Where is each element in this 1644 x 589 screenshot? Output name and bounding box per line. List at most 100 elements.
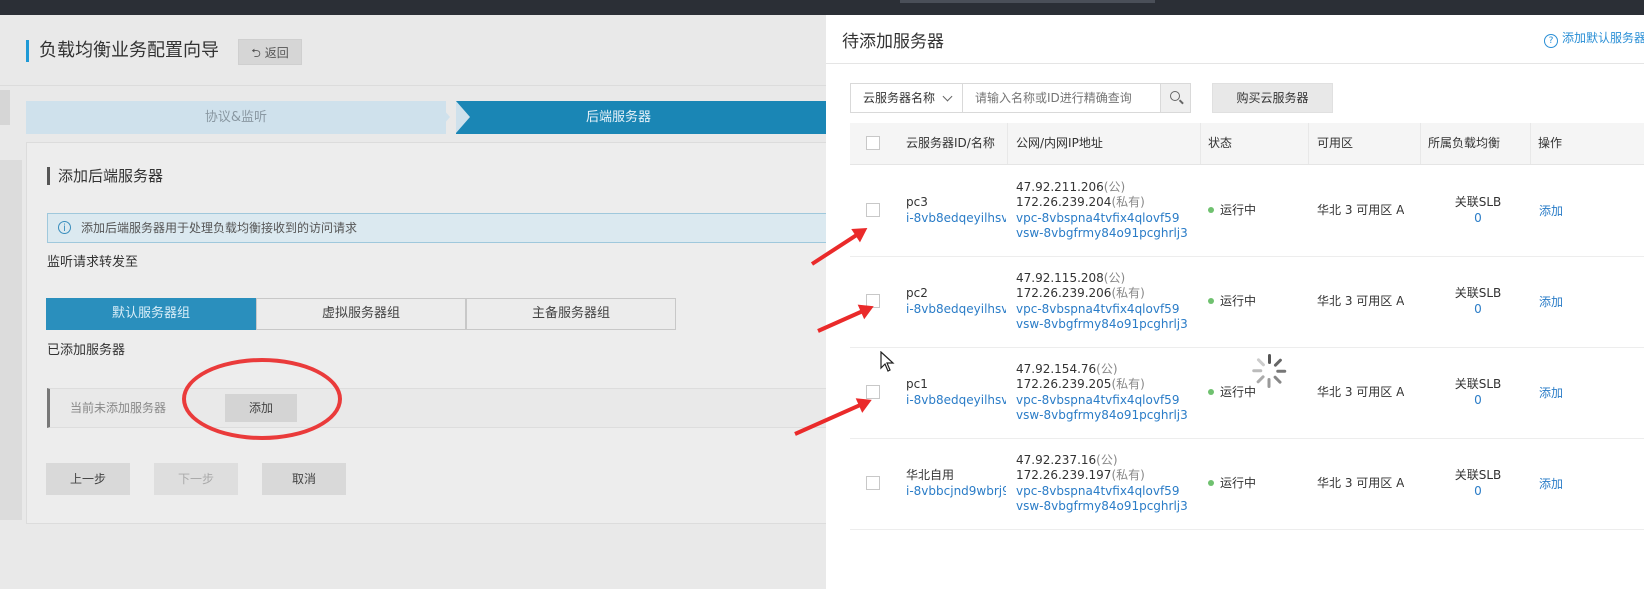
public-ip: 47.92.154.76(公) bbox=[1016, 362, 1118, 378]
vpc-link[interactable]: vpc-8vbspna4tvfix4qlovf59 bbox=[1016, 393, 1179, 409]
private-ip-value: 172.26.239.197 bbox=[1016, 468, 1112, 482]
top-bar-segment bbox=[900, 0, 1155, 3]
vsw-link[interactable]: vsw-8vbgfrmy84o91pcghrlj3 bbox=[1016, 408, 1188, 424]
select-all-checkbox[interactable] bbox=[866, 136, 880, 150]
server-id-link[interactable]: i-8vb8edqeyilhsvn bbox=[906, 211, 1006, 227]
prev-button[interactable]: 上一步 bbox=[46, 463, 130, 495]
private-ip: 172.26.239.205(私有) bbox=[1016, 377, 1145, 393]
table-row: pc3 i-8vb8edqeyilhsvn 47.92.211.206(公) 1… bbox=[850, 165, 1644, 257]
public-tag: (公) bbox=[1096, 362, 1118, 376]
private-ip-value: 172.26.239.205 bbox=[1016, 377, 1112, 391]
step-protocol[interactable]: 协议&监听 bbox=[26, 101, 446, 134]
left-strip-lower bbox=[0, 160, 22, 520]
added-servers-row: 当前未添加服务器 添加 bbox=[47, 388, 837, 428]
public-tag: (公) bbox=[1103, 180, 1126, 194]
private-tag: (私有) bbox=[1111, 286, 1145, 300]
step-backend-label: 后端服务器 bbox=[586, 110, 652, 125]
col-separator bbox=[1200, 123, 1201, 164]
row-checkbox[interactable] bbox=[866, 476, 880, 490]
add-default-server-label: 添加默认服务器 bbox=[1562, 31, 1644, 45]
backend-card: 添加后端服务器 i 添加后端服务器用于处理负载均衡接收到的访问请求 监听请求转发… bbox=[26, 142, 838, 524]
table-row: pc2 i-8vb8edqeyilhsvn 47.92.115.208(公) 1… bbox=[850, 256, 1644, 348]
status-text: 运行中 bbox=[1220, 203, 1257, 217]
step-protocol-label: 协议&监听 bbox=[204, 110, 268, 125]
next-button[interactable]: 下一步 bbox=[154, 463, 238, 495]
top-bar bbox=[0, 0, 1644, 15]
search-field-value: 云服务器名称 bbox=[863, 91, 936, 105]
add-row-link[interactable]: 添加 bbox=[1539, 477, 1563, 493]
page-title: 负载均衡业务配置向导 bbox=[26, 40, 219, 62]
vsw-link[interactable]: vsw-8vbgfrmy84o91pcghrlj3 bbox=[1016, 226, 1188, 242]
server-name: pc1 bbox=[906, 377, 928, 391]
add-server-drawer: 待添加服务器 ? 添加默认服务器 云服务器名称 购买云服务器 云服务器ID/名称 … bbox=[826, 15, 1644, 589]
private-tag: (私有) bbox=[1111, 468, 1145, 482]
col-ip: 公网/内网IP地址 bbox=[1016, 136, 1103, 150]
zone: 华北 3 可用区 A bbox=[1317, 476, 1405, 490]
col-separator bbox=[1007, 123, 1008, 164]
slb-label: 关联SLB bbox=[1454, 286, 1502, 300]
private-ip-value: 172.26.239.206 bbox=[1016, 286, 1112, 300]
virtual-group-button[interactable]: 虚拟服务器组 bbox=[256, 298, 466, 330]
buy-server-button[interactable]: 购买云服务器 bbox=[1212, 83, 1333, 113]
add-row-link[interactable]: 添加 bbox=[1539, 204, 1563, 220]
col-action: 操作 bbox=[1538, 136, 1563, 150]
zone: 华北 3 可用区 A bbox=[1317, 385, 1405, 399]
slb-count-link[interactable]: 0 bbox=[1428, 302, 1528, 318]
server-id-link[interactable]: i-8vbbcjnd9wbrj9s bbox=[906, 484, 1006, 500]
search-icon bbox=[1170, 91, 1180, 101]
search-input[interactable] bbox=[962, 83, 1161, 113]
add-default-server-link[interactable]: ? 添加默认服务器 bbox=[1544, 29, 1644, 48]
public-ip: 47.92.237.16(公) bbox=[1016, 453, 1118, 469]
zone: 华北 3 可用区 A bbox=[1317, 203, 1405, 217]
vsw-link[interactable]: vsw-8vbgfrmy84o91pcghrlj3 bbox=[1016, 317, 1188, 333]
table-header: 云服务器ID/名称 公网/内网IP地址 状态 可用区 所属负载均衡 操作 bbox=[850, 123, 1644, 165]
col-slb: 所属负载均衡 bbox=[1428, 136, 1501, 150]
info-text: 添加后端服务器用于处理负载均衡接收到的访问请求 bbox=[81, 221, 358, 235]
public-ip: 47.92.211.206(公) bbox=[1016, 180, 1125, 196]
added-servers-label: 已添加服务器 bbox=[47, 343, 126, 358]
vsw-link[interactable]: vsw-8vbgfrmy84o91pcghrlj3 bbox=[1016, 499, 1188, 515]
status-dot-icon bbox=[1208, 480, 1214, 486]
search-button[interactable] bbox=[1160, 83, 1191, 113]
public-tag: (公) bbox=[1096, 453, 1118, 467]
private-tag: (私有) bbox=[1111, 377, 1145, 391]
vpc-link[interactable]: vpc-8vbspna4tvfix4qlovf59 bbox=[1016, 211, 1179, 227]
slb-count-link[interactable]: 0 bbox=[1428, 211, 1528, 227]
public-ip-value: 47.92.237.16 bbox=[1016, 453, 1097, 467]
default-group-button[interactable]: 默认服务器组 bbox=[46, 298, 256, 330]
empty-text: 当前未添加服务器 bbox=[70, 401, 167, 415]
return-icon: ⮌ bbox=[251, 46, 265, 60]
slb-count-link[interactable]: 0 bbox=[1428, 484, 1528, 500]
vpc-link[interactable]: vpc-8vbspna4tvfix4qlovf59 bbox=[1016, 302, 1179, 318]
back-button[interactable]: ⮌ 返回 bbox=[238, 39, 302, 65]
cancel-button[interactable]: 取消 bbox=[262, 463, 346, 495]
info-icon: i bbox=[58, 221, 71, 234]
private-ip: 172.26.239.206(私有) bbox=[1016, 286, 1145, 302]
table-row: 华北自用 i-8vbbcjnd9wbrj9s 47.92.237.16(公) 1… bbox=[850, 438, 1644, 530]
back-button-label: 返回 bbox=[264, 46, 289, 60]
row-checkbox[interactable] bbox=[866, 203, 880, 217]
drawer-header: 待添加服务器 ? 添加默认服务器 bbox=[826, 15, 1644, 64]
col-separator bbox=[1420, 123, 1421, 164]
server-name: pc2 bbox=[906, 286, 928, 300]
step-backend[interactable]: 后端服务器 bbox=[456, 101, 856, 134]
private-tag: (私有) bbox=[1111, 195, 1145, 209]
server-name: 华北自用 bbox=[906, 468, 955, 482]
search-field-select[interactable]: 云服务器名称 bbox=[850, 83, 963, 113]
server-id-link[interactable]: i-8vb8edqeyilhsvn bbox=[906, 302, 1006, 318]
add-row-link[interactable]: 添加 bbox=[1539, 386, 1563, 402]
status: 运行中 bbox=[1208, 476, 1256, 492]
public-ip-value: 47.92.211.206 bbox=[1016, 180, 1104, 194]
slb-count-link[interactable]: 0 bbox=[1428, 393, 1528, 409]
vpc-link[interactable]: vpc-8vbspna4tvfix4qlovf59 bbox=[1016, 484, 1179, 500]
mouse-cursor-icon bbox=[880, 351, 895, 372]
status: 运行中 bbox=[1208, 385, 1256, 401]
table-row: pc1 i-8vb8edqeyilhsvn 47.92.154.76(公) 17… bbox=[850, 347, 1644, 439]
drawer-title: 待添加服务器 bbox=[842, 32, 944, 52]
status-dot-icon bbox=[1208, 298, 1214, 304]
server-id-link[interactable]: i-8vb8edqeyilhsvn bbox=[906, 393, 1006, 409]
add-row-link[interactable]: 添加 bbox=[1539, 295, 1563, 311]
status-text: 运行中 bbox=[1220, 476, 1257, 490]
status-text: 运行中 bbox=[1220, 385, 1257, 399]
master-slave-group-button[interactable]: 主备服务器组 bbox=[466, 298, 676, 330]
